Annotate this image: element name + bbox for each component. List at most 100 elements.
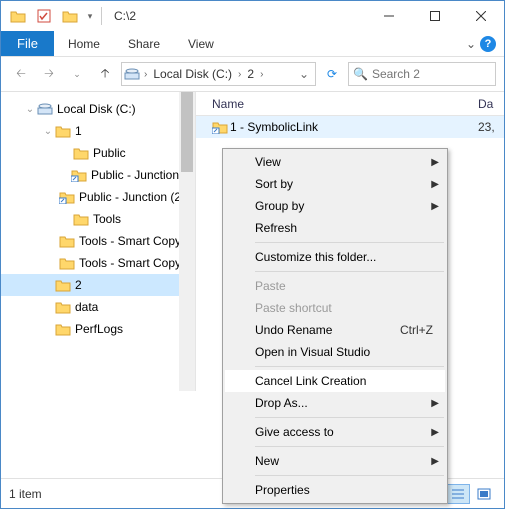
cm-giveaccess[interactable]: Give access to▶ — [225, 421, 445, 443]
cm-separator — [255, 475, 444, 476]
file-date: 23, — [478, 120, 504, 134]
tab-view[interactable]: View — [174, 31, 228, 56]
cm-new[interactable]: New▶ — [225, 450, 445, 472]
folder-icon — [73, 146, 89, 160]
cm-dropas[interactable]: Drop As...▶ — [225, 392, 445, 414]
folder-icon — [55, 278, 71, 292]
cm-pasteshortcut: Paste shortcut — [225, 297, 445, 319]
tree-label: Public - Junction (2) — [79, 190, 185, 204]
breadcrumb[interactable]: › Local Disk (C:) › 2 › ⌄ — [121, 62, 316, 86]
tab-file[interactable]: File — [1, 31, 54, 56]
folder-icon — [73, 212, 89, 226]
tree-label: Tools - Smart Copy — [79, 234, 181, 248]
cm-groupby[interactable]: Group by▶ — [225, 195, 445, 217]
tree-label: Public — [93, 146, 126, 160]
drive-icon — [37, 102, 53, 116]
folder-shortcut-icon — [71, 168, 87, 182]
address-dropdown-icon[interactable]: ⌄ — [295, 67, 313, 81]
cm-view[interactable]: View▶ — [225, 151, 445, 173]
tree-item[interactable]: data — [1, 296, 195, 318]
cm-openvs[interactable]: Open in Visual Studio — [225, 341, 445, 363]
breadcrumb-seg-2[interactable]: 2 — [243, 63, 258, 85]
tree-item[interactable]: ⌄1 — [1, 120, 195, 142]
forward-button: 🡢 — [37, 62, 61, 86]
list-header: Name Da — [196, 92, 504, 116]
folder-icon — [59, 234, 75, 248]
folder-shortcut-icon — [59, 190, 75, 204]
column-name[interactable]: Name — [212, 97, 478, 111]
tree-label: 1 — [75, 124, 82, 138]
tree-item[interactable]: PerfLogs — [1, 318, 195, 340]
icons-view-button[interactable] — [472, 484, 496, 504]
folder-icon — [59, 256, 75, 270]
tree-item[interactable]: Tools — [1, 208, 195, 230]
window-title: C:\2 — [114, 9, 136, 23]
cm-properties[interactable]: Properties — [225, 479, 445, 501]
back-button[interactable]: 🡠 — [9, 62, 33, 86]
qat-properties-icon[interactable] — [33, 5, 55, 27]
cm-refresh[interactable]: Refresh — [225, 217, 445, 239]
search-icon: 🔍 — [353, 67, 368, 81]
submenu-arrow-icon: ▶ — [431, 398, 439, 409]
cm-cancellink[interactable]: Cancel Link Creation — [225, 370, 445, 392]
close-button[interactable] — [458, 1, 504, 31]
tree-item[interactable]: Public — [1, 142, 195, 164]
cm-undorename[interactable]: Undo RenameCtrl+Z — [225, 319, 445, 341]
ribbon: File Home Share View ⌄ ? — [1, 31, 504, 57]
tree-scrollbar[interactable] — [179, 92, 195, 391]
submenu-arrow-icon: ▶ — [431, 201, 439, 212]
details-view-button[interactable] — [446, 484, 470, 504]
column-date[interactable]: Da — [478, 97, 504, 111]
folder-icon — [55, 124, 71, 138]
cm-separator — [255, 271, 444, 272]
tree-item[interactable]: Tools - Smart Copy — [1, 230, 195, 252]
qat-newfolder-icon[interactable] — [59, 5, 81, 27]
file-name: 1 - SymbolicLink — [230, 120, 478, 134]
tree-item[interactable]: Public - Junction — [1, 164, 195, 186]
breadcrumb-caret[interactable]: › — [260, 69, 263, 80]
search-input[interactable] — [372, 67, 491, 81]
submenu-arrow-icon: ▶ — [431, 427, 439, 438]
qat-folder-icon — [7, 5, 29, 27]
submenu-arrow-icon: ▶ — [431, 456, 439, 467]
breadcrumb-drive-icon[interactable]: › — [124, 67, 147, 81]
cm-separator — [255, 242, 444, 243]
cm-separator — [255, 446, 444, 447]
tree-label: 2 — [75, 278, 82, 292]
breadcrumb-caret[interactable]: › — [238, 69, 241, 80]
folder-shortcut-icon — [212, 120, 230, 134]
qat-dropdown-icon[interactable]: ▾ — [85, 5, 95, 27]
help-icon[interactable]: ? — [480, 36, 496, 52]
recent-dropdown[interactable]: ⌄ — [65, 62, 89, 86]
cm-paste: Paste — [225, 275, 445, 297]
minimize-button[interactable] — [366, 1, 412, 31]
folder-icon — [55, 300, 71, 314]
breadcrumb-seg-1[interactable]: Local Disk (C:) — [149, 63, 236, 85]
submenu-arrow-icon: ▶ — [431, 179, 439, 190]
tree-item[interactable]: Tools - Smart Copy (2) — [1, 252, 195, 274]
list-row[interactable]: 1 - SymbolicLink 23, — [196, 116, 504, 138]
tab-home[interactable]: Home — [54, 31, 114, 56]
tree-label: PerfLogs — [75, 322, 123, 336]
tree-item-current[interactable]: 2 — [1, 274, 195, 296]
tree-label: Public - Junction — [91, 168, 179, 182]
tree-label: Tools — [93, 212, 121, 226]
cm-separator — [255, 366, 444, 367]
folder-icon — [55, 322, 71, 336]
ribbon-expand-icon[interactable]: ⌄ — [466, 37, 476, 51]
nav-tree: ⌄ Local Disk (C:) ⌄1 Public Public - Jun… — [1, 92, 196, 391]
refresh-button[interactable]: ⟳ — [320, 62, 344, 86]
tree-item[interactable]: Public - Junction (2) — [1, 186, 195, 208]
up-button[interactable]: 🡡 — [93, 62, 117, 86]
cm-separator — [255, 417, 444, 418]
maximize-button[interactable] — [412, 1, 458, 31]
tree-label: Local Disk (C:) — [57, 102, 136, 116]
address-bar: 🡠 🡢 ⌄ 🡡 › Local Disk (C:) › 2 › ⌄ ⟳ 🔍 — [1, 57, 504, 91]
cm-customize[interactable]: Customize this folder... — [225, 246, 445, 268]
search-box[interactable]: 🔍 — [348, 62, 496, 86]
tree-item-drive[interactable]: ⌄ Local Disk (C:) — [1, 98, 195, 120]
cm-sortby[interactable]: Sort by▶ — [225, 173, 445, 195]
tab-share[interactable]: Share — [114, 31, 174, 56]
tree-label: data — [75, 300, 98, 314]
status-count: 1 item — [9, 487, 42, 501]
